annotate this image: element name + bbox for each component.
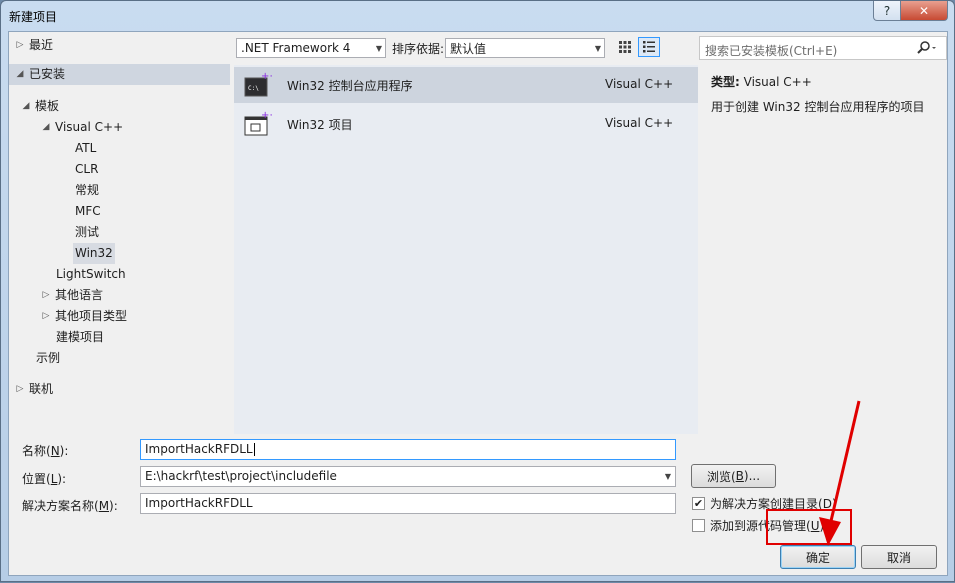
browse-button[interactable]: 浏览(B)... <box>691 464 776 488</box>
template-name: Win32 项目 <box>287 118 353 132</box>
template-item-console-app[interactable]: C:\ ++ Win32 控制台应用程序 Visual C++ <box>234 67 698 103</box>
title-bar[interactable]: 新建项目 ? ✕ <box>1 1 954 31</box>
chevron-down-icon[interactable]: ▼ <box>665 467 671 486</box>
tree-item-samples[interactable]: 示例 <box>34 348 62 369</box>
template-search[interactable]: 搜索已安装模板(Ctrl+E) <box>699 36 947 60</box>
help-icon: ? <box>883 3 891 18</box>
tree-item-mfc[interactable]: MFC <box>73 201 103 222</box>
svg-text:C:\: C:\ <box>248 85 259 92</box>
cancel-button[interactable]: 取消 <box>861 545 937 569</box>
tree-item-label: 测试 <box>75 225 100 239</box>
expand-arrow-icon[interactable]: ▷ <box>13 35 27 56</box>
tree-item-atl[interactable]: ATL <box>73 138 98 159</box>
new-project-dialog: 新建项目 ? ✕ ▷ 最近 ◢ 已安装 ◢ 模板 ◢ Visual C++ AT… <box>0 0 955 582</box>
tree-item-label: Win32 <box>73 243 115 264</box>
template-details-pane: 类型: Visual C++ 用于创建 Win32 控制台应用程序的项目 <box>699 65 947 434</box>
tree-item-general[interactable]: 常规 <box>73 180 101 201</box>
tree-item-label: MFC <box>75 204 101 218</box>
tree-item-label: 其他语言 <box>55 288 104 302</box>
annotation-highlight-box <box>766 509 852 545</box>
template-language: Visual C++ <box>605 77 674 91</box>
template-name: Win32 控制台应用程序 <box>287 79 413 93</box>
name-label: 名称(N): <box>22 444 69 458</box>
expand-arrow-icon[interactable]: ▷ <box>13 379 27 400</box>
chevron-down-icon: ▼ <box>375 44 382 53</box>
tree-item-clr[interactable]: CLR <box>73 159 100 180</box>
solution-name-label: 解决方案名称(M): <box>22 499 118 513</box>
console-app-icon: C:\ ++ <box>244 71 272 97</box>
solution-name-input[interactable]: ImportHackRFDLL <box>140 493 676 514</box>
type-label: 类型: <box>711 75 740 89</box>
tree-item-recent[interactable]: ▷ 最近 <box>13 35 55 56</box>
win32-project-icon: ++ <box>244 110 272 136</box>
tree-item-label: CLR <box>75 162 99 176</box>
tree-item-label: 示例 <box>36 351 61 365</box>
tree-item-label: 模板 <box>35 99 60 113</box>
sort-select-value: 默认值 <box>450 41 487 56</box>
template-list: C:\ ++ Win32 控制台应用程序 Visual C++ ++ Win32… <box>234 65 698 434</box>
tree-item-label: LightSwitch <box>56 267 126 281</box>
list-view-button[interactable] <box>638 37 660 57</box>
list-view-icon <box>643 41 655 53</box>
help-button[interactable]: ? <box>873 1 901 21</box>
template-description: 用于创建 Win32 控制台应用程序的项目 <box>711 100 925 114</box>
tree-item-label: 联机 <box>29 382 54 396</box>
template-language: Visual C++ <box>605 116 674 130</box>
tree-item-modeling-projects[interactable]: 建模项目 <box>54 327 106 348</box>
tree-item-label: ATL <box>75 141 97 155</box>
tree-item-label: 已安装 <box>29 67 66 81</box>
collapse-arrow-icon[interactable]: ◢ <box>19 96 33 117</box>
tree-item-test[interactable]: 测试 <box>73 222 101 243</box>
ok-button[interactable]: 确定 <box>780 545 856 569</box>
expand-arrow-icon[interactable]: ▷ <box>39 285 53 306</box>
template-toolbar: .NET Framework 4 ▼ 排序依据: 默认值 ▼ <box>234 36 698 60</box>
collapse-arrow-icon[interactable]: ◢ <box>13 64 27 85</box>
location-label: 位置(L): <box>22 472 67 486</box>
search-icon[interactable] <box>916 40 938 56</box>
small-icons-view-button[interactable] <box>614 37 636 57</box>
type-value: Visual C++ <box>743 75 812 89</box>
tree-item-label: 建模项目 <box>56 330 105 344</box>
tree-item-installed[interactable]: ◢ 已安装 <box>9 64 230 85</box>
close-button[interactable]: ✕ <box>900 1 948 21</box>
grid-view-icon <box>619 41 631 53</box>
tree-item-label: 其他项目类型 <box>55 309 128 323</box>
template-item-win32-project[interactable]: ++ Win32 项目 Visual C++ <box>234 106 698 142</box>
dialog-client-area: ▷ 最近 ◢ 已安装 ◢ 模板 ◢ Visual C++ ATL CLR 常规 … <box>8 31 948 576</box>
window-title: 新建项目 <box>9 10 58 24</box>
location-combo[interactable]: E:\hackrf\test\project\includefile ▼ <box>140 466 676 487</box>
tree-item-win32[interactable]: Win32 <box>73 243 115 264</box>
location-value: E:\hackrf\test\project\includefile <box>145 469 337 483</box>
framework-select[interactable]: .NET Framework 4 ▼ <box>236 38 386 58</box>
tree-item-lightswitch[interactable]: LightSwitch <box>54 264 128 285</box>
expand-arrow-icon[interactable]: ▷ <box>39 306 53 327</box>
tree-item-visual-cpp[interactable]: ◢ Visual C++ <box>39 117 125 138</box>
sort-select[interactable]: 默认值 ▼ <box>445 38 605 58</box>
template-category-tree: ▷ 最近 ◢ 已安装 ◢ 模板 ◢ Visual C++ ATL CLR 常规 … <box>9 32 230 434</box>
add-source-control-checkbox[interactable] <box>692 519 705 532</box>
tree-item-other-project-types[interactable]: ▷ 其他项目类型 <box>39 306 129 327</box>
create-directory-checkbox[interactable]: ✔ <box>692 497 705 510</box>
project-name-input[interactable]: ImportHackRFDLL <box>140 439 676 460</box>
collapse-arrow-icon[interactable]: ◢ <box>39 117 53 138</box>
close-icon: ✕ <box>918 3 930 18</box>
framework-select-value: .NET Framework 4 <box>241 41 351 55</box>
search-placeholder: 搜索已安装模板(Ctrl+E) <box>705 44 838 58</box>
svg-text:++: ++ <box>261 110 272 121</box>
svg-text:++: ++ <box>261 71 272 82</box>
chevron-down-icon: ▼ <box>594 44 601 53</box>
text-caret <box>253 443 255 456</box>
tree-item-templates[interactable]: ◢ 模板 <box>19 96 61 117</box>
tree-item-label: 常规 <box>75 183 100 197</box>
tree-item-label: Visual C++ <box>55 120 124 134</box>
tree-item-online[interactable]: ▷ 联机 <box>13 379 55 400</box>
tree-item-label: 最近 <box>29 38 54 52</box>
template-type-row: 类型: Visual C++ <box>711 73 812 90</box>
sort-label: 排序依据: <box>392 42 445 56</box>
tree-item-other-languages[interactable]: ▷ 其他语言 <box>39 285 105 306</box>
